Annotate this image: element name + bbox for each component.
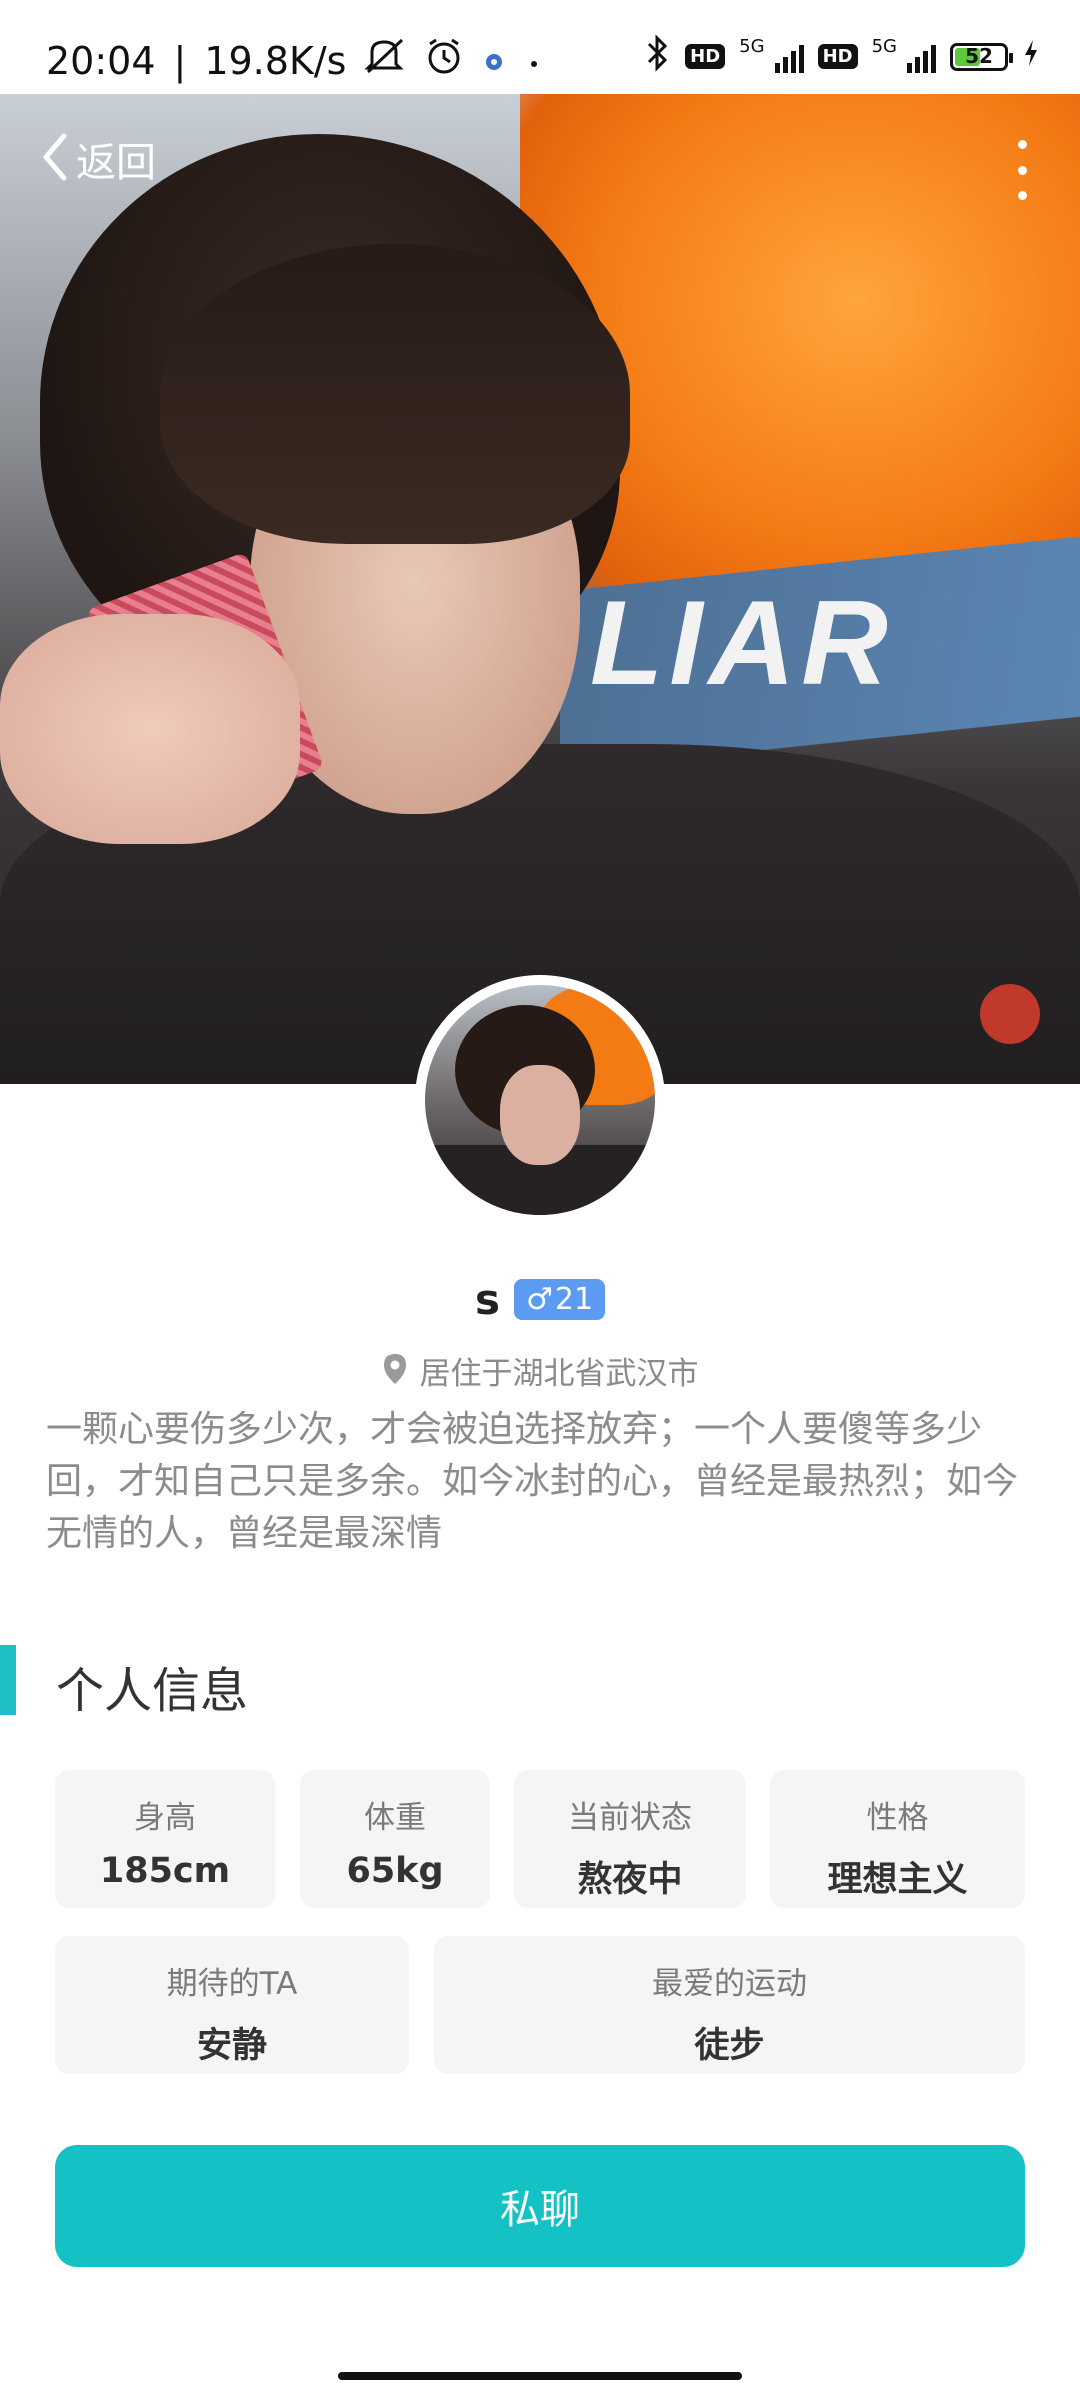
battery-level: 52 (965, 43, 993, 68)
info-value: 安静 (196, 2026, 267, 2066)
status-bar: 20:04 | 19.8K/s HD 5G HD 5G 52 (0, 0, 1080, 94)
battery-icon: 52 (950, 42, 1013, 71)
info-value: 理想主义 (827, 1860, 968, 1900)
more-dot-icon (1017, 165, 1027, 175)
mute-icon (364, 38, 406, 83)
status-left: 20:04 | 19.8K/s (46, 36, 544, 85)
section-title: 个人信息 (56, 1663, 249, 1719)
status-divider: | (173, 38, 187, 83)
app-notify-icon (482, 39, 506, 83)
profile-age: 21 (554, 1282, 594, 1317)
status-time: 20:04 (46, 38, 156, 83)
avatar-face (500, 1065, 580, 1165)
more-dot-icon (1017, 140, 1027, 149)
info-value: 185cm (99, 1851, 231, 1891)
signal-icon-1 (774, 41, 804, 73)
info-label: 期待的TA (166, 1966, 298, 2002)
info-chip-status: 当前状态 熬夜中 (514, 1770, 746, 1908)
avatar-image (425, 985, 655, 1215)
location-row: 居住于湖北省武汉市 (0, 1348, 1080, 1393)
info-value: 熬夜中 (577, 1860, 683, 1900)
bluetooth-icon (645, 34, 671, 79)
info-chip-weight: 体重 65kg (300, 1770, 490, 1908)
location-pin-icon (382, 1352, 408, 1390)
more-options-button[interactable] (1012, 140, 1032, 200)
more-dot-icon (1017, 191, 1027, 200)
status-speed: 19.8K/s (204, 38, 347, 83)
section-header: 个人信息 (0, 1645, 1080, 1719)
private-chat-button[interactable]: 私聊 (55, 2145, 1025, 2267)
info-value: 65kg (346, 1851, 444, 1891)
name-row: s ♂ 21 (0, 1275, 1080, 1324)
gender-age-badge: ♂ 21 (513, 1279, 606, 1320)
hd-badge-1: HD (685, 44, 726, 69)
info-chip-personality: 性格 理想主义 (770, 1770, 1025, 1908)
signal-icon-2 (907, 41, 936, 73)
hd-badge-2: HD (817, 44, 858, 69)
back-label: 返回 (76, 140, 156, 186)
info-chip-sport: 最爱的运动 徒步 (434, 1936, 1025, 2074)
avatar[interactable] (415, 975, 665, 1225)
charging-icon (1022, 38, 1040, 75)
info-chip-height: 身高 185cm (55, 1770, 275, 1908)
cover-patch (980, 984, 1040, 1044)
male-icon: ♂ (525, 1282, 553, 1317)
status-right: HD 5G HD 5G 52 (645, 34, 1040, 79)
alarm-icon (424, 36, 464, 85)
cover-sign-text: LIAR (590, 576, 894, 710)
cover-hand (0, 614, 300, 844)
cover-bangs (160, 244, 630, 544)
info-chip-expected: 期待的TA 安静 (55, 1936, 409, 2074)
back-button[interactable]: 返回 (40, 130, 156, 188)
info-label: 性格 (866, 1800, 929, 1836)
section-accent-bar (0, 1645, 16, 1715)
network-type-2: 5G (871, 36, 897, 57)
home-indicator[interactable] (338, 2372, 742, 2380)
network-type-1: 5G (739, 36, 765, 57)
notify-dot-icon (524, 39, 544, 83)
info-label: 身高 (134, 1800, 196, 1836)
cover-photo: LIAR (0, 94, 1080, 1084)
info-value: 徒步 (694, 2026, 765, 2066)
profile-bio: 一颗心要伤多少次，才会被迫选择放弃；一个人要傻等多少回，才知自己只是多余。如今冰… (46, 1409, 1019, 1554)
profile-name: s (474, 1275, 500, 1324)
info-label: 体重 (364, 1800, 426, 1836)
location-text: 居住于湖北省武汉市 (419, 1356, 699, 1392)
chevron-left-icon (40, 132, 70, 186)
info-label: 最爱的运动 (652, 1966, 807, 2002)
info-label: 当前状态 (568, 1800, 692, 1836)
